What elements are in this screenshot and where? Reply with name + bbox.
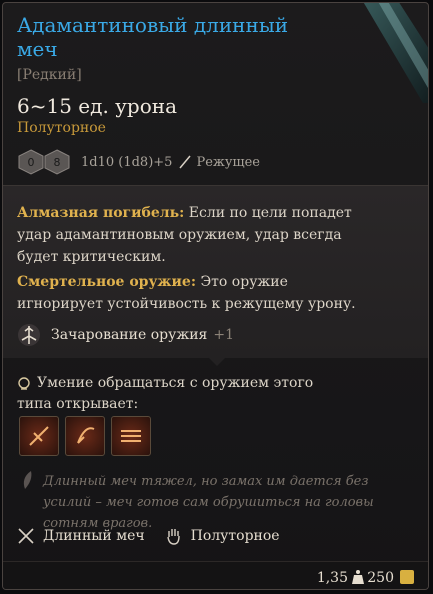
- slashing-damage-icon: [179, 155, 192, 169]
- weight-icon: [352, 570, 364, 584]
- item-damage: 6~15 ед. урона: [17, 94, 178, 118]
- item-rarity: [Редкий]: [17, 67, 82, 83]
- enchantment-icon: [18, 324, 40, 346]
- svg-text:0: 0: [28, 156, 35, 169]
- item-property: Полуторное: [17, 120, 106, 136]
- dice-icon: 0 8: [18, 149, 70, 175]
- enchantment-label: Зачарование оружия: [51, 327, 208, 343]
- slash-action-icon[interactable]: [19, 416, 59, 456]
- crossed-swords-icon: [18, 528, 34, 544]
- gold-coin-icon: [400, 570, 414, 584]
- enchantment-value: +1: [213, 327, 234, 343]
- item-weight: 1,35: [316, 570, 348, 586]
- flavor-text: Длинный меч тяжел, но замах им дается бе…: [43, 474, 374, 531]
- tag-versatile: Полуторное: [190, 528, 280, 544]
- item-tooltip: Адамантиновый длинный меч [Редкий] 6~15 …: [2, 2, 429, 590]
- passive-diamond-bane: Алмазная погибель: Если по цели попадет …: [17, 205, 352, 265]
- passives-section: Алмазная погибель: Если по цели попадет …: [3, 185, 428, 358]
- hand-icon: [166, 529, 180, 545]
- weapon-tags: Длинный меч Полуторное: [17, 527, 280, 545]
- tag-longsword: Длинный меч: [43, 528, 145, 544]
- quill-icon: [23, 471, 32, 489]
- sword-illustration: [363, 3, 428, 103]
- damage-type: Режущее: [196, 154, 260, 170]
- proficiency-icon: [18, 377, 30, 390]
- section-notch: [208, 357, 226, 366]
- item-name: Адамантиновый длинный меч: [17, 13, 289, 61]
- item-price: 250: [367, 570, 394, 586]
- damage-dice-row: 0 8 1d10 (1d8)+5 Режущее: [17, 148, 260, 176]
- passive-lethal-weapon: Смертельное оружие: Это оружие игнорируе…: [17, 274, 356, 312]
- svg-text:8: 8: [54, 156, 61, 169]
- pommel-strike-action-icon[interactable]: [111, 416, 151, 456]
- lacerate-action-icon[interactable]: [65, 416, 105, 456]
- item-footer: 1,35 250: [3, 561, 428, 589]
- proficiency-text: Умение обращаться с оружием этого типа о…: [17, 375, 314, 412]
- damage-formula: 1d10 (1d8)+5: [81, 154, 173, 170]
- weapon-actions: [19, 416, 151, 456]
- enchantment-row: Зачарование оружия +1: [17, 323, 234, 347]
